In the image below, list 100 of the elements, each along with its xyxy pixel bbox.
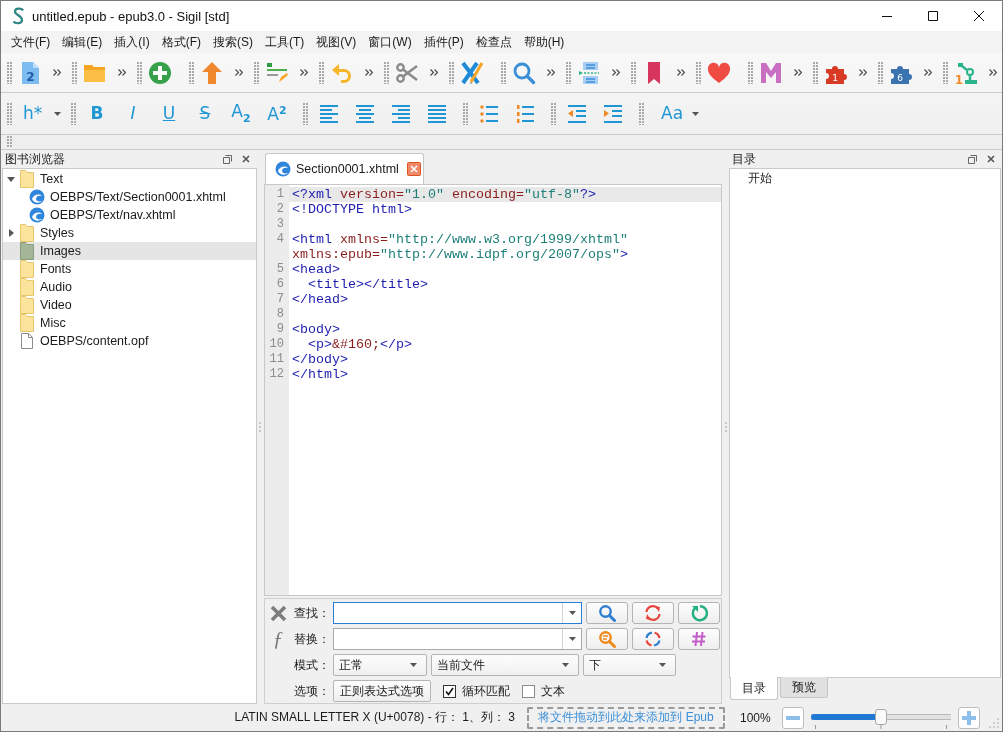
tree-item[interactable]: OEBPS/Text/Section0001.xhtml <box>3 188 256 206</box>
zoom-in-button[interactable] <box>958 706 980 729</box>
checkbox[interactable] <box>443 684 456 698</box>
grip-icon[interactable] <box>72 61 77 84</box>
menu-item[interactable]: 文件(F) <box>5 33 57 51</box>
tree-item[interactable]: Text <box>3 170 256 188</box>
folder-icon <box>20 314 34 332</box>
grip-icon[interactable] <box>631 61 636 84</box>
close-icon[interactable] <box>242 155 250 163</box>
hash-button[interactable] <box>678 628 720 650</box>
circular-arrow-button[interactable] <box>678 602 720 624</box>
double-chevron-icon <box>547 69 555 76</box>
replace-field[interactable] <box>333 628 582 650</box>
search-button[interactable] <box>586 602 628 624</box>
grip-icon[interactable] <box>7 102 12 125</box>
menu-item[interactable]: 格式(F) <box>155 33 207 51</box>
resize-grip-icon[interactable] <box>988 717 1000 729</box>
menu-item[interactable]: 编辑(E) <box>56 33 109 51</box>
menu-item[interactable]: 检查点 <box>469 33 518 51</box>
tree-item[interactable]: Misc <box>3 314 256 332</box>
zoom-out-button[interactable] <box>782 706 804 729</box>
grip-icon[interactable] <box>137 61 142 84</box>
double-chevron-icon <box>677 69 685 76</box>
tree-item[interactable]: Images <box>3 242 256 260</box>
caret-right-icon[interactable] <box>8 229 14 237</box>
search-lines-button[interactable] <box>586 628 628 650</box>
zoom-slider-thumb[interactable] <box>875 708 887 725</box>
menu-item[interactable]: 插件(P) <box>417 33 470 51</box>
menu-item[interactable]: 视图(V) <box>310 33 363 51</box>
code-line: <title></title> <box>307 277 428 292</box>
grip-icon[interactable] <box>258 422 261 432</box>
numbered-list-icon <box>515 103 535 124</box>
grip-icon[interactable] <box>501 61 506 84</box>
code-line: <html xmlns="http://www.w3.org/1999/xhtml" <box>292 232 628 247</box>
panel-tab[interactable]: 目录 <box>730 677 778 700</box>
toc-item[interactable]: 开始 <box>730 170 1000 187</box>
search-icon <box>598 604 616 622</box>
arrow-up-icon <box>200 60 224 85</box>
grip-icon[interactable] <box>71 102 76 125</box>
panel-tab[interactable]: 预览 <box>780 677 828 698</box>
menu-item[interactable]: 插入(I) <box>108 33 156 51</box>
grip-icon[interactable] <box>813 61 818 84</box>
grip-icon[interactable] <box>7 61 12 84</box>
menu-item[interactable]: 帮助(H) <box>517 33 571 51</box>
menu-item[interactable]: 搜索(S) <box>207 33 259 51</box>
folder-icon <box>20 260 34 278</box>
grip-icon[interactable] <box>551 102 556 125</box>
grip-icon[interactable] <box>878 61 883 84</box>
grip-icon[interactable] <box>384 61 389 84</box>
regex-options-button[interactable]: 正则表达式选项 <box>333 680 431 702</box>
undock-icon[interactable] <box>968 154 977 164</box>
checkbox-label[interactable]: 循环匹配 <box>462 682 510 700</box>
code-line: <body> <box>292 322 340 337</box>
tree-item[interactable]: OEBPS/Text/nav.xhtml <box>3 206 256 224</box>
close-icon[interactable] <box>987 155 995 163</box>
code-line: </body> <box>292 352 348 367</box>
grip-icon[interactable] <box>696 61 701 84</box>
grip-icon[interactable] <box>303 102 308 125</box>
grip-icon[interactable] <box>639 102 644 125</box>
tree-item[interactable]: Video <box>3 296 256 314</box>
tree-item[interactable]: Audio <box>3 278 256 296</box>
grip-icon[interactable] <box>943 61 948 84</box>
editor-tab[interactable]: Section0001.xhtml <box>265 153 424 184</box>
caret-icon <box>568 611 576 615</box>
grip-icon[interactable] <box>449 61 454 84</box>
window-title: untitled.epub - epub3.0 - Sigil [std] <box>32 8 230 24</box>
dashed-refresh-button[interactable] <box>632 628 674 650</box>
menu-item[interactable]: 窗口(W) <box>362 33 418 51</box>
line-number: 6 <box>276 277 284 292</box>
code-line: <head> <box>292 262 340 277</box>
caret-down-icon[interactable] <box>7 176 15 182</box>
close-tab-button[interactable] <box>406 162 421 176</box>
grip-icon[interactable] <box>463 102 468 125</box>
dropdown[interactable]: 下 <box>583 654 676 676</box>
close-icon[interactable] <box>269 604 287 622</box>
function-icon[interactable]: ƒ <box>272 628 284 650</box>
outdent-icon <box>567 103 587 124</box>
grip-icon[interactable] <box>724 422 727 432</box>
line-number: 11 <box>269 352 284 367</box>
grip-icon[interactable] <box>189 61 194 84</box>
code-line: xmlns:epub="http://www.idpf.org/2007/ops"> <box>292 247 628 262</box>
checkbox-label[interactable]: 文本 <box>541 682 565 700</box>
refresh-button[interactable] <box>632 602 674 624</box>
menu-item[interactable]: 工具(T) <box>259 33 311 51</box>
dropdown[interactable]: 正常 <box>333 654 427 676</box>
grip-icon[interactable] <box>748 61 753 84</box>
dropdown[interactable]: 当前文件 <box>431 654 579 676</box>
tree-item[interactable]: Fonts <box>3 260 256 278</box>
tree-item[interactable]: OEBPS/content.opf <box>3 332 256 350</box>
tree-item[interactable]: Styles <box>3 224 256 242</box>
grip-icon[interactable] <box>254 61 259 84</box>
grip-icon[interactable] <box>319 61 324 84</box>
checkbox[interactable] <box>522 684 535 698</box>
grip-icon[interactable] <box>566 61 571 84</box>
field-label: 选项： <box>294 682 331 700</box>
undock-icon[interactable] <box>223 154 232 164</box>
find-field[interactable] <box>333 602 582 624</box>
grip-icon[interactable] <box>7 136 12 148</box>
plus-circle-icon <box>148 60 172 85</box>
caret-icon <box>659 663 666 667</box>
